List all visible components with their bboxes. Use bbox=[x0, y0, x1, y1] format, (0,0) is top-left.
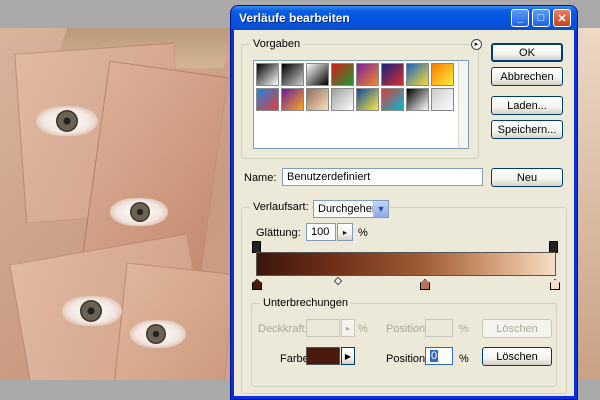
eye-image bbox=[110, 198, 168, 226]
gradient-preset-swatch[interactable] bbox=[356, 63, 379, 86]
gradient-preview-bar[interactable] bbox=[256, 252, 556, 276]
chevron-down-icon: ▼ bbox=[373, 201, 388, 217]
smoothness-unit: % bbox=[358, 227, 368, 239]
gradient-editor-dialog: Verläufe bearbeiten _ □ ✕ Vorgaben ▸ OK … bbox=[230, 5, 578, 400]
minimize-button[interactable]: _ bbox=[511, 9, 529, 27]
eye-image bbox=[36, 106, 98, 136]
opacity-input bbox=[306, 319, 340, 337]
presets-label: Vorgaben bbox=[250, 38, 304, 50]
smoothness-label: Glättung: bbox=[256, 227, 301, 239]
opacity-stepper: ▸ bbox=[341, 319, 355, 337]
gradient-preset-swatch[interactable] bbox=[406, 88, 429, 111]
delete-color-stop-button[interactable]: Löschen bbox=[482, 347, 552, 366]
gradient-preset-swatch[interactable] bbox=[256, 88, 279, 111]
close-button[interactable]: ✕ bbox=[553, 9, 571, 27]
gradient-preset-swatch[interactable] bbox=[431, 88, 454, 111]
stops-label: Unterbrechungen bbox=[260, 297, 352, 309]
opacity-label: Deckkraft: bbox=[258, 323, 308, 335]
presets-group: Vorgaben ▸ bbox=[241, 38, 482, 159]
presets-menu-icon[interactable]: ▸ bbox=[471, 39, 482, 50]
gradient-preset-swatch[interactable] bbox=[256, 63, 279, 86]
load-button[interactable]: Laden... bbox=[491, 96, 563, 115]
delete-opacity-stop-button: Löschen bbox=[482, 319, 552, 338]
gradient-preset-swatch[interactable] bbox=[331, 63, 354, 86]
opacity-position-label: Position: bbox=[386, 323, 429, 335]
name-label: Name: bbox=[244, 172, 277, 184]
eye-image bbox=[62, 296, 122, 326]
gradient-preset-swatch[interactable] bbox=[331, 88, 354, 111]
ok-button[interactable]: OK bbox=[491, 43, 563, 62]
gradient-type-label: Verlaufsart: bbox=[250, 201, 312, 213]
color-position-value: 0 bbox=[430, 350, 439, 362]
presets-list[interactable] bbox=[253, 60, 469, 149]
gradient-preset-swatch[interactable] bbox=[281, 88, 304, 111]
name-input[interactable]: Benutzerdefiniert bbox=[282, 168, 483, 186]
save-button[interactable]: Speichern... bbox=[491, 120, 563, 139]
gradient-preset-swatch[interactable] bbox=[306, 88, 329, 111]
dialog-title: Verläufe bearbeiten bbox=[239, 11, 350, 25]
cancel-button[interactable]: Abbrechen bbox=[491, 67, 563, 86]
opacity-unit: % bbox=[358, 323, 368, 335]
gradient-preset-swatch[interactable] bbox=[381, 63, 404, 86]
smoothness-input[interactable]: 100 bbox=[306, 223, 336, 241]
stops-group: Unterbrechungen bbox=[251, 297, 557, 387]
gradient-preset-swatch[interactable] bbox=[281, 63, 304, 86]
eye-image bbox=[130, 320, 186, 348]
presets-scrollbar[interactable] bbox=[458, 61, 468, 148]
smoothness-stepper[interactable]: ▸ bbox=[337, 223, 353, 241]
gradient-preset-swatch[interactable] bbox=[381, 88, 404, 111]
color-position-unit: % bbox=[459, 353, 469, 365]
color-position-input[interactable]: 0 bbox=[425, 347, 453, 365]
color-swatch[interactable] bbox=[306, 347, 340, 365]
color-menu-button[interactable]: ▶ bbox=[341, 347, 355, 365]
opacity-position-input bbox=[425, 319, 453, 337]
gradient-preset-swatch[interactable] bbox=[356, 88, 379, 111]
gradient-type-select[interactable]: Durchgehend ▼ bbox=[313, 200, 389, 218]
gradient-preset-swatch[interactable] bbox=[406, 63, 429, 86]
dialog-body: Vorgaben ▸ OK Abbrechen Laden... Speiche… bbox=[234, 30, 574, 396]
new-button[interactable]: Neu bbox=[491, 168, 563, 187]
maximize-button[interactable]: □ bbox=[532, 9, 550, 27]
color-position-label: Position: bbox=[386, 353, 429, 365]
gradient-preset-swatch[interactable] bbox=[306, 63, 329, 86]
gradient-preset-swatch[interactable] bbox=[431, 63, 454, 86]
title-bar[interactable]: Verläufe bearbeiten _ □ ✕ bbox=[231, 6, 577, 30]
opacity-position-unit: % bbox=[459, 323, 469, 335]
